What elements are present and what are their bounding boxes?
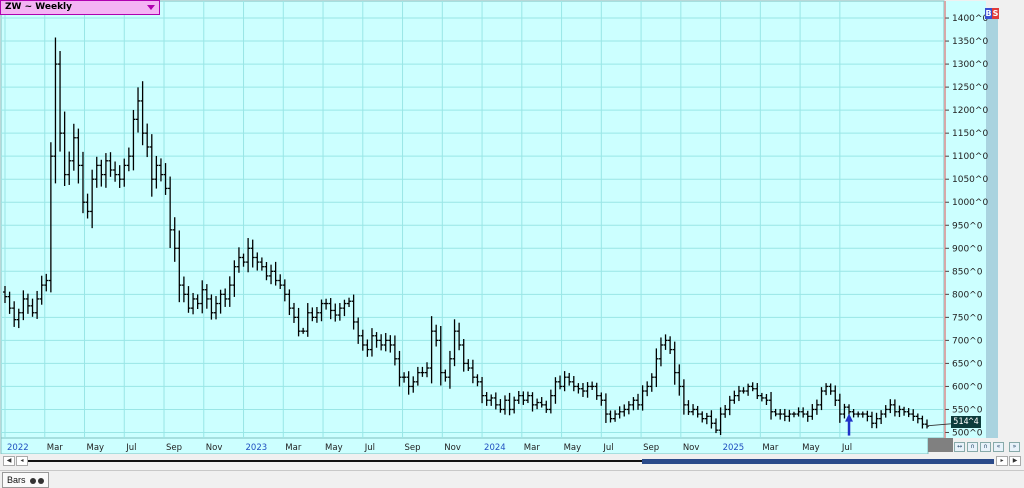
date-tick-label: Mar [762, 443, 779, 453]
date-tick-label: 2023 [246, 443, 268, 453]
bars-tab-label: Bars [7, 475, 26, 485]
buy-button[interactable]: B [985, 8, 992, 19]
date-tick-label: Nov [683, 443, 700, 453]
chart-window: 500^0 550^0 600^0 650^0 700^0 750^0 800^0 850^0… [0, 0, 1024, 488]
bars-tab[interactable]: Bars [2, 472, 50, 488]
date-axis-background [0, 437, 929, 455]
symbol-selector[interactable]: ZW ~ Weekly [0, 0, 160, 15]
price-tick-label: 900^0 [952, 244, 983, 254]
price-tick-label: 950^0 [952, 221, 983, 231]
price-tick-label: 650^0 [952, 359, 983, 369]
dropdown-arrow-icon[interactable] [147, 5, 155, 10]
symbol-label: ZW ~ Weekly [5, 2, 73, 12]
price-tick-label: 600^0 [952, 382, 983, 392]
date-tick-label: 2024 [484, 443, 506, 453]
zoom-icon[interactable]: ↔ [954, 442, 965, 452]
date-tick-label: 2025 [723, 443, 745, 453]
date-tick-label: Mar [47, 443, 64, 453]
price-tick-label: 700^0 [952, 336, 983, 346]
bars-dot-icon [38, 477, 45, 484]
sell-button[interactable]: S [992, 8, 999, 19]
scrollbar-thumb[interactable] [642, 459, 994, 464]
price-tick-label: 1000^0 [952, 198, 988, 208]
price-tick-label: 1250^0 [952, 83, 988, 93]
price-tick-label: 1200^0 [952, 106, 988, 116]
date-tick-label: Mar [285, 443, 302, 453]
price-tick-label: 750^0 [952, 313, 983, 323]
date-tick-label: May [802, 443, 820, 453]
price-tick-label: 500^0 [952, 428, 983, 438]
scroll-back-icon[interactable]: « [993, 442, 1004, 452]
scroll-first-icon[interactable]: ◀ [3, 456, 15, 466]
scroll-forward-icon[interactable]: » [1009, 442, 1020, 452]
date-tick-label: Sep [166, 443, 182, 453]
date-axis-corner [928, 438, 953, 452]
date-tick-label: 2022 [7, 443, 29, 453]
bars-dot-icon [30, 477, 37, 484]
price-tick-label: 1150^0 [952, 129, 988, 139]
scroll-last-icon[interactable]: ▶ [1009, 456, 1021, 466]
right-panel-strip [986, 18, 998, 438]
price-tick-label: 1100^0 [952, 152, 988, 162]
price-tick-label: 1400^0 [952, 14, 988, 24]
date-tick-label: Mar [524, 443, 541, 453]
horizontal-scrollbar[interactable] [0, 454, 1024, 468]
date-tick-label: Jul [125, 443, 136, 453]
scrollbar-track[interactable] [0, 454, 1024, 468]
date-tick-label: Sep [405, 443, 421, 453]
scroll-right-icon[interactable]: ▸ [996, 456, 1008, 466]
status-bar: Bars [0, 470, 1024, 488]
date-tick-label: May [564, 443, 582, 453]
date-tick-label: Nov [206, 443, 223, 453]
price-tick-label: 1350^0 [952, 37, 988, 47]
scroll-left-icon[interactable]: ◂ [16, 456, 28, 466]
bars-style-icon[interactable]: ∩ [967, 442, 978, 452]
price-tick-label: 850^0 [952, 267, 983, 277]
price-tick-label: 1300^0 [952, 60, 988, 70]
date-tick-label: Jul [602, 443, 613, 453]
date-tick-label: Jul [841, 443, 852, 453]
chart-tool-icon[interactable]: ∩ [980, 442, 991, 452]
price-tick-label: 550^0 [952, 405, 983, 415]
date-tick-label: Sep [643, 443, 659, 453]
price-chart[interactable]: 500^0 550^0 600^0 650^0 700^0 750^0 800^0 850^0… [0, 0, 1024, 470]
date-tick-label: Nov [444, 443, 461, 453]
last-price-tag: 514^4 [951, 416, 981, 428]
price-tick-label: 800^0 [952, 290, 983, 300]
date-tick-label: May [87, 443, 105, 453]
price-tick-label: 1050^0 [952, 175, 988, 185]
date-tick-label: May [325, 443, 343, 453]
date-tick-label: Jul [364, 443, 375, 453]
